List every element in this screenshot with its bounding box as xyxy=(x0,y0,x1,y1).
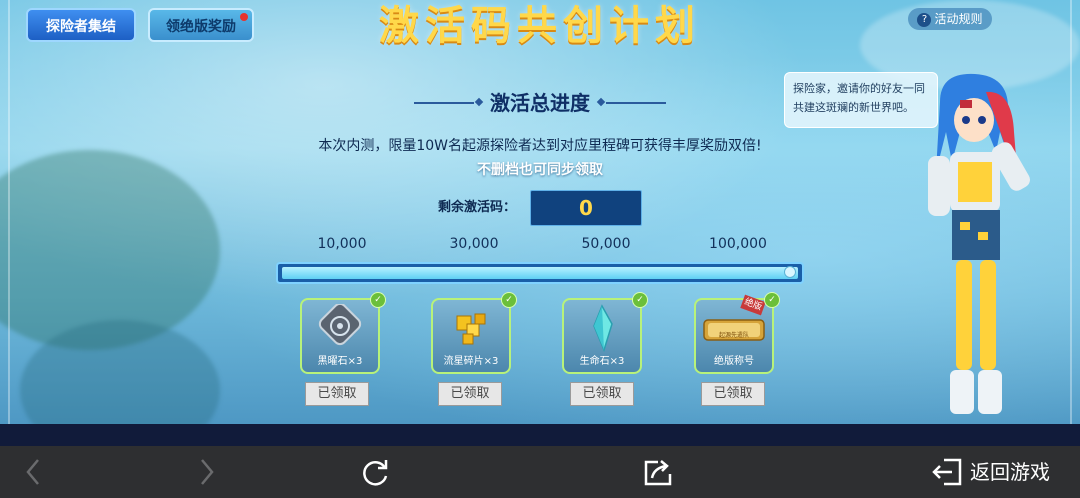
share-icon[interactable] xyxy=(642,456,674,488)
claimed-button[interactable]: 已领取 xyxy=(305,382,369,406)
milestone-label: 50,000 xyxy=(581,236,631,252)
screen: 探险者集结 领绝版奖励 激活码共创计划 ? 活动规则 探险家，邀请你的好友一同共建… xyxy=(0,0,1080,498)
remaining-codes-value: 0 xyxy=(530,190,642,226)
reward-card-title[interactable]: 起源先遣队 绝版 绝版称号 ✓ xyxy=(694,292,780,374)
reward-name: 绝版称号 xyxy=(714,356,754,367)
check-icon: ✓ xyxy=(501,292,517,308)
remaining-codes-label: 剩余激活码： xyxy=(438,200,517,215)
check-icon: ✓ xyxy=(370,292,386,308)
meteor-fragment-icon xyxy=(433,304,509,352)
check-icon: ✓ xyxy=(764,292,780,308)
header-ornament xyxy=(596,97,606,107)
rules-label: 活动规则 xyxy=(934,12,983,26)
milestone-label: 30,000 xyxy=(449,236,499,252)
rules-button[interactable]: ? 活动规则 xyxy=(908,8,992,30)
reward-card-obsidian[interactable]: 黑曜石×3 ✓ xyxy=(300,292,386,374)
dark-strip xyxy=(0,424,1080,446)
header-divider-left xyxy=(414,102,474,104)
back-to-game-button[interactable]: 返回游戏 xyxy=(970,458,1070,486)
obsidian-icon xyxy=(302,302,378,352)
claimed-button[interactable]: 已领取 xyxy=(701,382,765,406)
refresh-icon[interactable] xyxy=(360,456,392,488)
question-icon: ? xyxy=(917,13,932,27)
life-stone-icon xyxy=(564,304,640,353)
claimed-button[interactable]: 已领取 xyxy=(570,382,634,406)
section-header: 激活总进度 xyxy=(410,88,670,118)
game-area: 探险者集结 领绝版奖励 激活码共创计划 ? 活动规则 探险家，邀请你的好友一同共建… xyxy=(0,0,1080,424)
forward-arrow-icon[interactable] xyxy=(190,456,222,488)
character-illustration xyxy=(900,72,1060,422)
browser-navbar: 返回游戏 xyxy=(0,446,1080,498)
claimed-button[interactable]: 已领取 xyxy=(438,382,502,406)
reward-name: 流星碎片×3 xyxy=(443,356,499,367)
header-ornament xyxy=(474,97,484,107)
milestone-label: 10,000 xyxy=(317,236,367,252)
section-title: 激活总进度 xyxy=(490,91,590,115)
reward-card-meteor[interactable]: 流星碎片×3 ✓ xyxy=(431,292,517,374)
plaque-text: 起源先遣队 xyxy=(718,332,749,339)
progress-fill xyxy=(282,267,798,279)
header-divider-right xyxy=(606,102,666,104)
exit-icon[interactable] xyxy=(930,458,964,486)
reward-name: 生命石×3 xyxy=(579,356,625,367)
milestone-label: 100,000 xyxy=(709,236,767,252)
progress-bar xyxy=(276,262,804,284)
back-arrow-icon[interactable] xyxy=(18,456,50,488)
progress-end-marker xyxy=(784,266,796,278)
check-icon: ✓ xyxy=(632,292,648,308)
reward-card-life-stone[interactable]: 生命石×3 ✓ xyxy=(562,292,648,374)
reward-name: 黑曜石×3 xyxy=(317,356,363,367)
